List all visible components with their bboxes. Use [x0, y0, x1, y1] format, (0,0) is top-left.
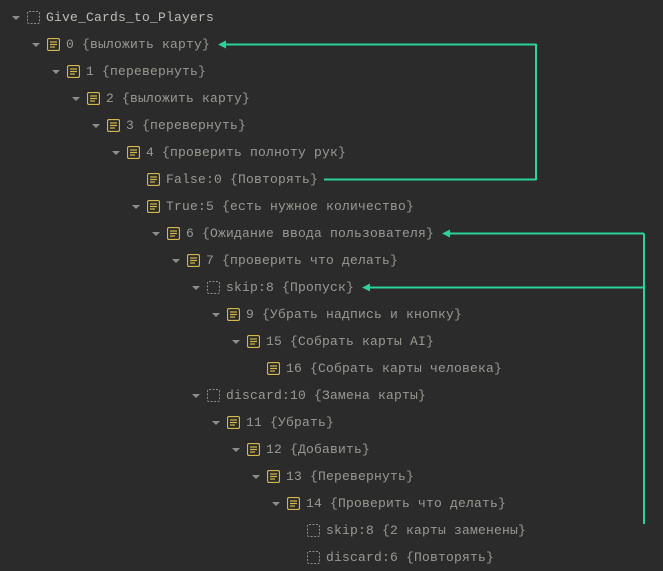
tree-row[interactable]: skip:8 {Пропуск} [0, 274, 663, 301]
node-icon [146, 173, 160, 187]
node-label: 12 {Добавить} [266, 442, 370, 457]
tree-row[interactable]: False:0 {Повторять} [0, 166, 663, 193]
tree-row[interactable]: 12 {Добавить} [0, 436, 663, 463]
node-icon [146, 200, 160, 214]
node-dotted-icon [206, 281, 220, 295]
expand-arrow-icon[interactable] [30, 39, 42, 51]
node-icon [266, 362, 280, 376]
node-icon [66, 65, 80, 79]
tree-row[interactable]: 14 {Проверить что делать} [0, 490, 663, 517]
node-icon [126, 146, 140, 160]
tree-row[interactable]: 4 {проверить полноту рук} [0, 139, 663, 166]
tree-row[interactable]: 11 {Убрать} [0, 409, 663, 436]
node-icon [226, 416, 240, 430]
node-label: 11 {Убрать} [246, 415, 334, 430]
tree-row[interactable]: 13 {Перевернуть} [0, 463, 663, 490]
tree-row[interactable]: discard:6 {Повторять} [0, 544, 663, 571]
node-icon [266, 470, 280, 484]
expand-arrow-icon[interactable] [270, 498, 282, 510]
node-label: 16 {Собрать карты человека} [286, 361, 502, 376]
node-dotted-icon [306, 524, 320, 538]
expand-arrow-icon[interactable] [110, 147, 122, 159]
node-icon [226, 308, 240, 322]
tree-row[interactable]: 6 {Ожидание ввода пользователя} [0, 220, 663, 247]
tree-row[interactable]: 3 {перевернуть} [0, 112, 663, 139]
tree-view[interactable]: Give_Cards_to_Players 0 {выложить карту} 1… [0, 4, 663, 571]
node-label: 9 {Убрать надпись и кнопку} [246, 307, 462, 322]
node-label: 4 {проверить полноту рук} [146, 145, 346, 160]
node-label: 6 {Ожидание ввода пользователя} [186, 226, 434, 241]
node-icon [166, 227, 180, 241]
tree-row[interactable]: 7 {проверить что делать} [0, 247, 663, 274]
node-dotted-icon [206, 389, 220, 403]
tree-row[interactable]: skip:8 {2 карты заменены} [0, 517, 663, 544]
expand-arrow-icon[interactable] [190, 282, 202, 294]
tree-row[interactable]: 9 {Убрать надпись и кнопку} [0, 301, 663, 328]
expand-arrow-icon[interactable] [150, 228, 162, 240]
expand-arrow-icon[interactable] [170, 255, 182, 267]
tree-row[interactable]: 1 {перевернуть} [0, 58, 663, 85]
expand-arrow-icon[interactable] [70, 93, 82, 105]
expand-arrow-icon[interactable] [190, 390, 202, 402]
node-label: skip:8 {2 карты заменены} [326, 523, 526, 538]
expand-arrow-icon[interactable] [130, 201, 142, 213]
node-label: skip:8 {Пропуск} [226, 280, 354, 295]
expand-arrow-icon[interactable] [230, 444, 242, 456]
expand-arrow-icon[interactable] [10, 12, 22, 24]
expand-arrow-icon[interactable] [90, 120, 102, 132]
node-dotted-icon [26, 11, 40, 25]
node-label: discard:6 {Повторять} [326, 550, 494, 565]
node-icon [246, 443, 260, 457]
node-icon [286, 497, 300, 511]
node-label: 15 {Собрать карты AI} [266, 334, 434, 349]
tree-root-row[interactable]: Give_Cards_to_Players [0, 4, 663, 31]
expand-arrow-icon[interactable] [210, 309, 222, 321]
node-label: False:0 {Повторять} [166, 172, 318, 187]
node-label: 3 {перевернуть} [126, 118, 246, 133]
tree-row[interactable]: True:5 {есть нужное количество} [0, 193, 663, 220]
expand-arrow-icon[interactable] [50, 66, 62, 78]
expand-arrow-icon[interactable] [210, 417, 222, 429]
node-icon [106, 119, 120, 133]
node-icon [86, 92, 100, 106]
tree-row[interactable]: 0 {выложить карту} [0, 31, 663, 58]
node-label: 2 {выложить карту} [106, 91, 250, 106]
node-label: 14 {Проверить что делать} [306, 496, 506, 511]
tree-row[interactable]: discard:10 {Замена карты} [0, 382, 663, 409]
tree-row[interactable]: 2 {выложить карту} [0, 85, 663, 112]
tree-row[interactable]: 15 {Собрать карты AI} [0, 328, 663, 355]
node-label: 1 {перевернуть} [86, 64, 206, 79]
expand-arrow-icon[interactable] [230, 336, 242, 348]
node-icon [246, 335, 260, 349]
node-label: True:5 {есть нужное количество} [166, 199, 414, 214]
tree-row[interactable]: 16 {Собрать карты человека} [0, 355, 663, 382]
node-icon [46, 38, 60, 52]
node-label: 7 {проверить что делать} [206, 253, 398, 268]
node-label: Give_Cards_to_Players [46, 10, 214, 25]
expand-arrow-icon[interactable] [250, 471, 262, 483]
node-label: discard:10 {Замена карты} [226, 388, 426, 403]
node-label: 0 {выложить карту} [66, 37, 210, 52]
node-label: 13 {Перевернуть} [286, 469, 414, 484]
node-dotted-icon [306, 551, 320, 565]
node-icon [186, 254, 200, 268]
